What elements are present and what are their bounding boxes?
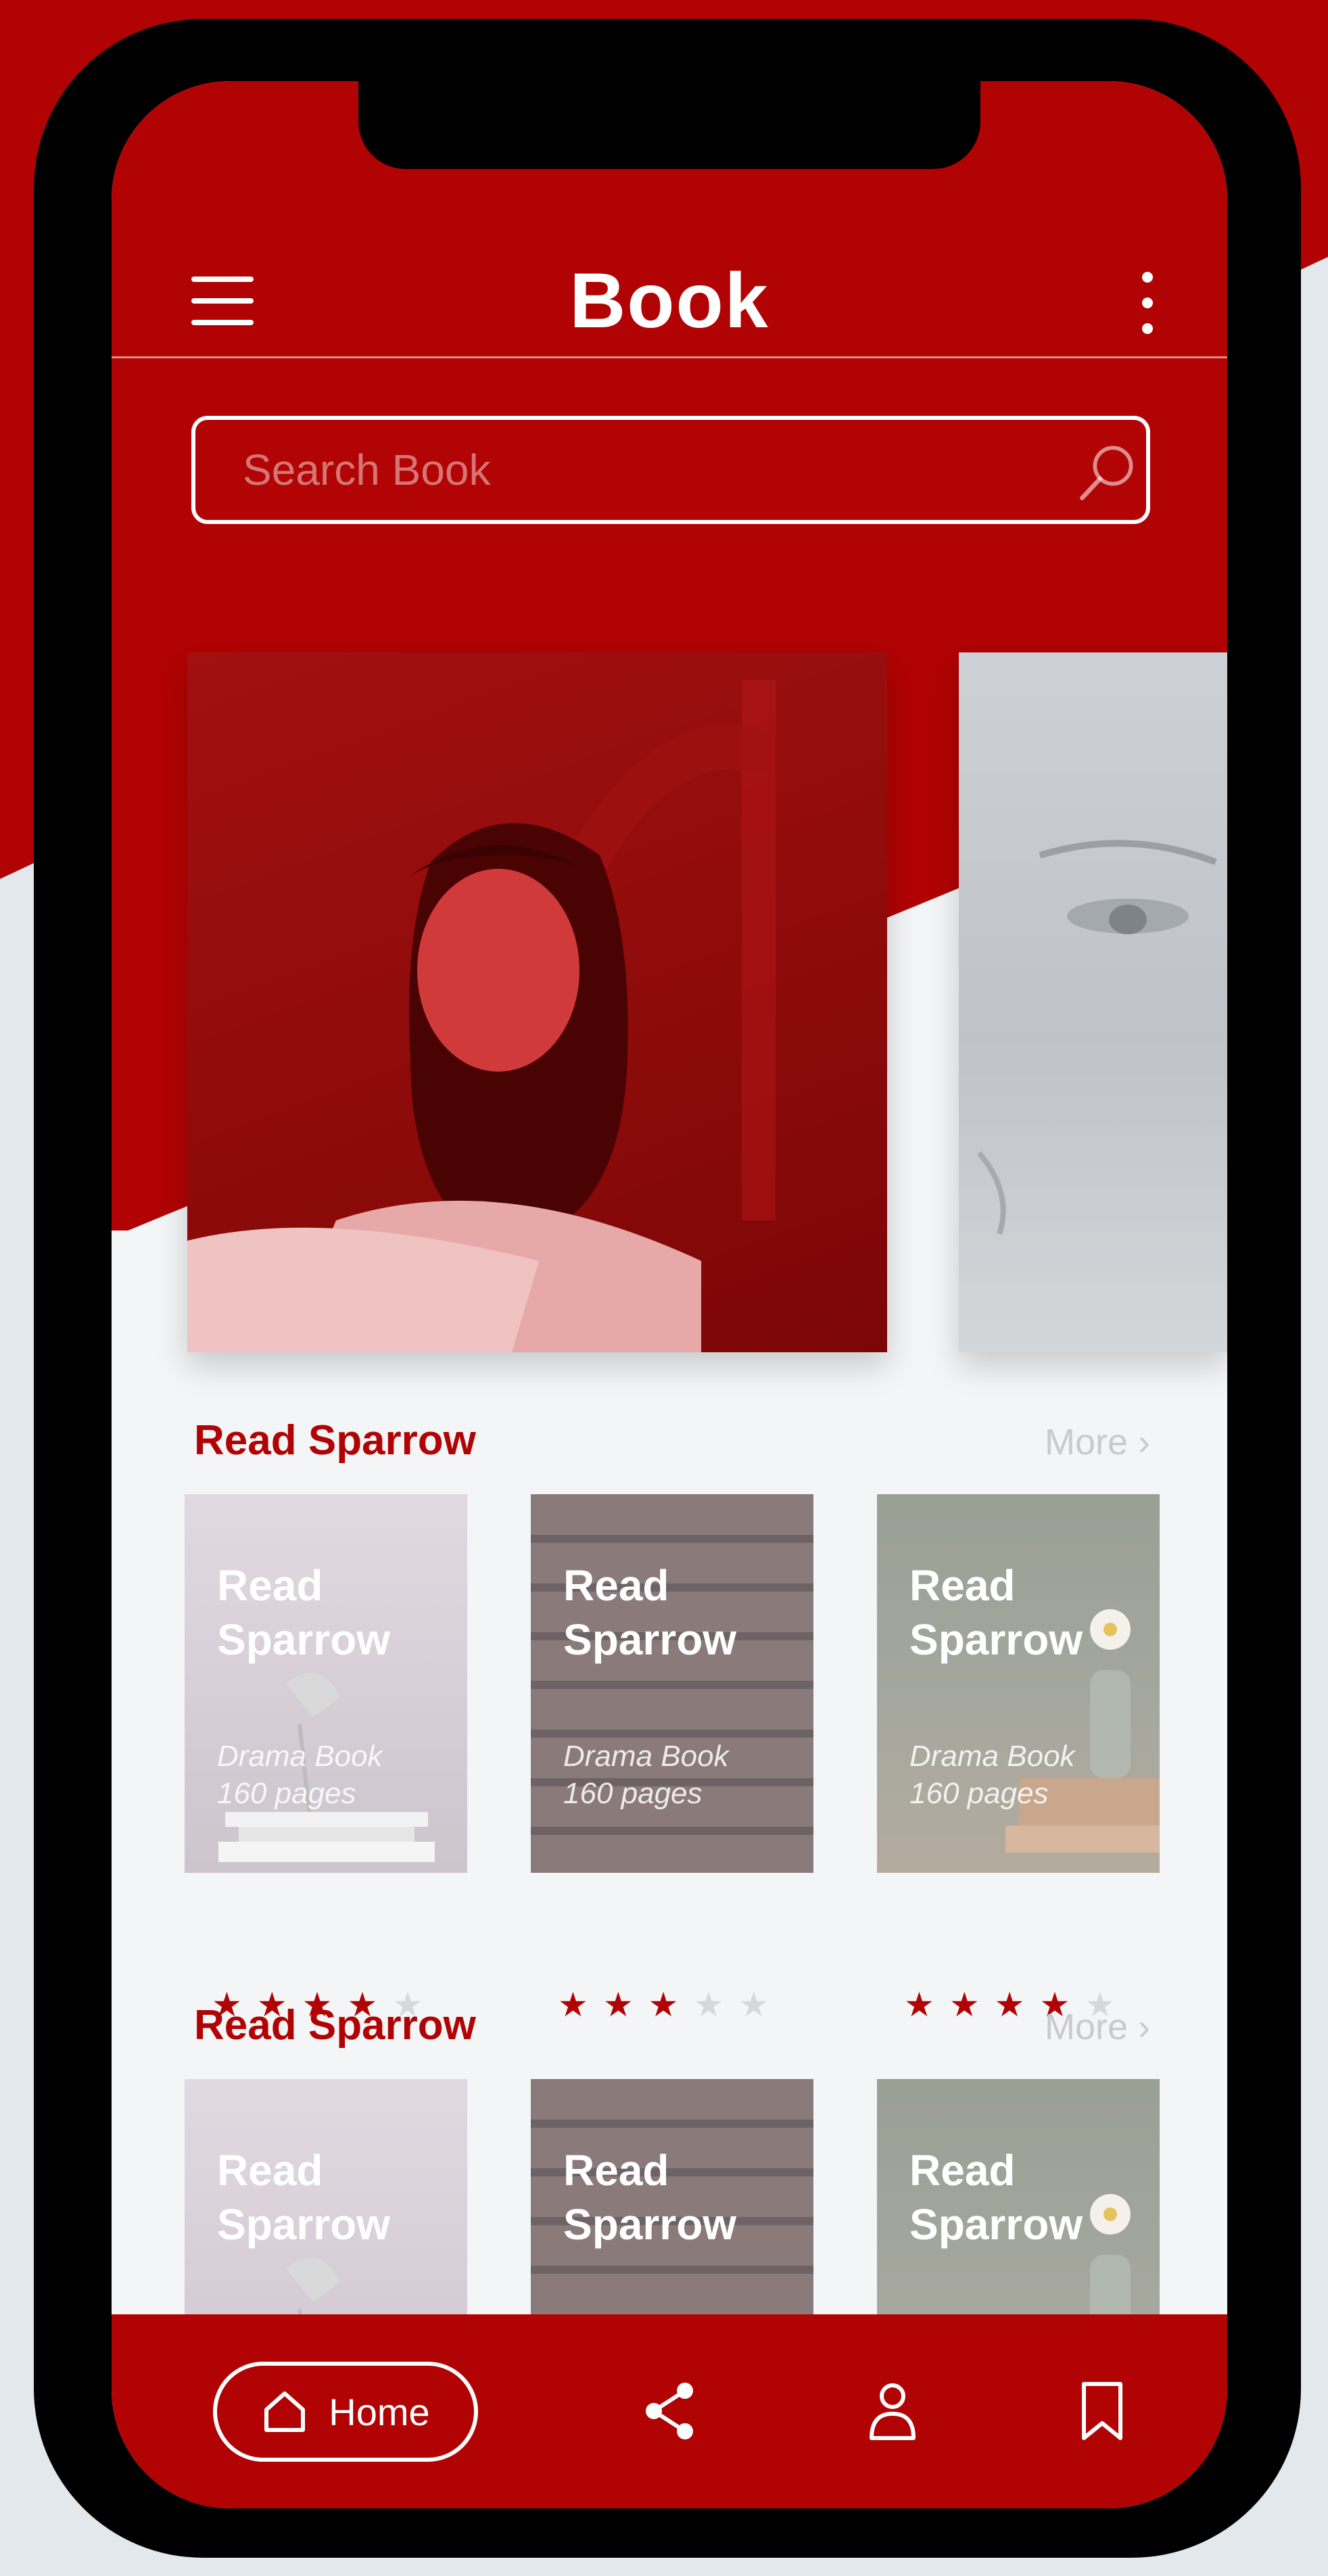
star-icon: ★ xyxy=(994,1986,1025,2024)
book-pages: 160 pages xyxy=(217,1777,356,1810)
user-icon[interactable] xyxy=(862,2379,923,2443)
section-title: Read Sparrow xyxy=(194,1417,476,1464)
more-link[interactable]: More › xyxy=(1045,2006,1150,2048)
book-pages: 160 pages xyxy=(909,1777,1049,1810)
hero-illustration xyxy=(187,679,776,1352)
book-card[interactable]: Read Sparrow Drama Book 160 pages xyxy=(531,1494,813,1873)
share-icon[interactable] xyxy=(639,2379,700,2443)
book-title: Read Sparrow xyxy=(217,2146,391,2249)
star-icon: ★ xyxy=(949,1986,980,2024)
book-genre: Drama Book xyxy=(909,1740,1075,1773)
book-title: Read Sparrow xyxy=(909,2146,1083,2249)
hero-image-woman-face[interactable] xyxy=(959,652,1227,1352)
search-input[interactable] xyxy=(243,435,1020,505)
star-icon: ★ xyxy=(693,1986,724,2024)
home-button[interactable]: Home xyxy=(213,2362,478,2462)
lamp-books-illustration xyxy=(218,1673,435,1862)
book-title: Read Sparrow xyxy=(217,1561,391,1664)
star-icon: ★ xyxy=(558,1986,588,2024)
book-pages: 160 pages xyxy=(563,1777,703,1810)
book-title: Read Sparrow xyxy=(563,1561,737,1664)
app-title: Book xyxy=(569,258,769,344)
hero-face-illustration xyxy=(976,840,1217,1235)
book-genre: Drama Book xyxy=(563,1740,729,1773)
star-icon: ★ xyxy=(602,1986,634,2024)
book-meta: Drama Book 160 pages xyxy=(217,1738,460,1812)
section-title: Read Sparrow xyxy=(194,2002,476,2049)
hero-image-reading-woman[interactable] xyxy=(187,652,887,1352)
phone-screen: Book Read Spa xyxy=(112,81,1227,2508)
rating-stars: ★ ★ ★ ★ ★ xyxy=(558,1984,769,2025)
bottom-nav: Home xyxy=(112,2314,1227,2508)
search-icon[interactable] xyxy=(1074,440,1139,504)
home-icon xyxy=(264,2391,306,2432)
book-title: Read Sparrow xyxy=(563,2146,737,2249)
book-meta: Drama Book 160 pages xyxy=(909,1738,1153,1812)
star-icon: ★ xyxy=(738,1986,769,2024)
book-card[interactable]: Read Sparrow Drama Book 160 pages xyxy=(877,1494,1160,1873)
star-icon: ★ xyxy=(904,1986,934,2024)
home-label: Home xyxy=(329,2390,430,2433)
flower-books-illustration xyxy=(1005,1609,1160,1853)
star-icon: ★ xyxy=(648,1986,679,2024)
search-box xyxy=(191,416,1150,524)
phone-notch xyxy=(358,81,980,169)
app-header: Book xyxy=(112,189,1227,358)
more-link[interactable]: More › xyxy=(1045,1421,1150,1463)
bookmark-icon[interactable] xyxy=(1072,2379,1133,2443)
book-title: Read Sparrow xyxy=(909,1561,1083,1664)
book-genre: Drama Book xyxy=(217,1740,383,1773)
book-card[interactable]: Read Sparrow Drama Book 160 pages xyxy=(185,1494,467,1873)
more-options-icon[interactable] xyxy=(1133,272,1160,334)
book-meta: Drama Book 160 pages xyxy=(563,1738,807,1812)
